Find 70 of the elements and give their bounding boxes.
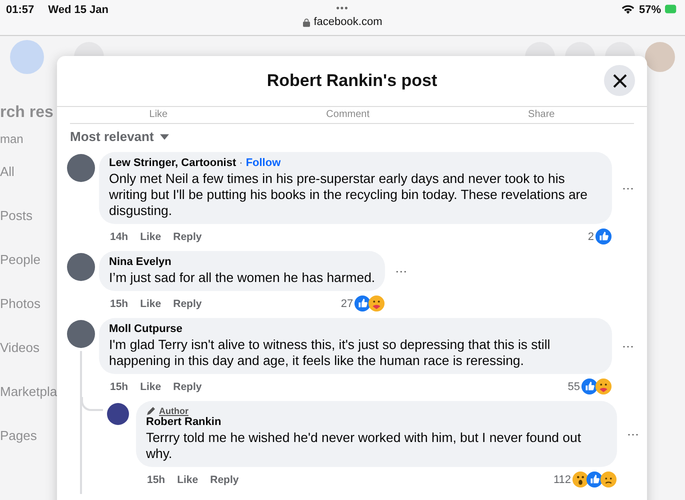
reply-link[interactable]: Reply <box>173 230 202 242</box>
like-link[interactable]: Like <box>140 230 162 242</box>
like-reaction-icon <box>354 295 372 312</box>
reaction-count[interactable]: 55 <box>568 380 580 392</box>
dialog-title: Robert Rankin's post <box>266 71 438 91</box>
post-action-button[interactable]: Like <box>143 107 174 121</box>
comment-text: I'm glad Terry isn't alive to witness this, it's just so depressing that this is still happening in this day and age, it feels like the human race is reressing. <box>109 337 552 369</box>
reply-link[interactable]: Reply <box>173 380 202 392</box>
comment-time[interactable]: 14h <box>110 230 128 242</box>
sidebar-item[interactable]: Photos <box>0 296 40 312</box>
comment-text: I’m just sad for all the women he has harmed. <box>109 270 376 286</box>
multitasking-dots[interactable]: ••• <box>336 3 349 13</box>
comment-time[interactable]: 15h <box>147 474 166 486</box>
page-subheading: man <box>0 132 24 146</box>
sort-dropdown[interactable]: Most relevant <box>70 129 154 144</box>
close-icon <box>612 74 626 88</box>
pencil-icon <box>146 406 156 416</box>
clock-text: 01:57 <box>6 4 34 18</box>
reaction-count[interactable]: 2 <box>588 230 594 242</box>
sidebar-item[interactable]: Marketpla <box>0 384 58 400</box>
more-options-button[interactable]: ··· <box>627 427 639 441</box>
sad-reaction-icon <box>600 471 617 488</box>
sidebar-item[interactable]: Posts <box>0 208 33 224</box>
sidebar-item[interactable]: Videos <box>0 340 40 356</box>
page-heading: rch res <box>0 104 54 122</box>
like-reaction-icon <box>586 471 603 488</box>
battery-text: 57% <box>638 4 661 16</box>
comment-time[interactable]: 15h <box>110 380 128 392</box>
post-action-button[interactable]: Comment <box>320 107 376 121</box>
avatar-icon[interactable] <box>67 253 95 281</box>
comment-text: Only met Neil a few times in his pre-superstar early days and never took to his writing but I'll be putting his books in the recycling bin today. These revelations are disgusting. <box>109 171 589 219</box>
caret-icon <box>160 134 169 140</box>
reply-link[interactable]: Reply <box>210 474 239 486</box>
date-text: Wed 15 Jan <box>48 4 108 18</box>
follow-link[interactable]: Follow <box>246 157 281 169</box>
battery-icon <box>665 4 677 14</box>
more-options-button[interactable]: ··· <box>395 264 408 278</box>
author-name[interactable]: Moll Cutpurse <box>109 323 182 335</box>
care-reaction-icon <box>368 295 386 312</box>
reaction-count[interactable]: 27 <box>340 298 354 310</box>
sidebar-item[interactable]: People <box>0 252 40 268</box>
wow-reaction-icon <box>572 471 589 488</box>
lock-icon <box>302 18 310 26</box>
avatar-icon[interactable] <box>107 403 129 425</box>
comment-time[interactable]: 15h <box>110 298 128 310</box>
more-options-button[interactable]: ··· <box>622 339 634 353</box>
close-button[interactable] <box>604 65 635 96</box>
avatar-icon[interactable] <box>67 320 95 348</box>
author-label: Author <box>159 406 188 416</box>
like-link[interactable]: Like <box>140 298 162 310</box>
like-link[interactable]: Like <box>177 474 198 486</box>
post-action-button[interactable]: Share <box>522 107 561 121</box>
like-reaction-icon <box>581 378 598 395</box>
more-options-button[interactable]: ··· <box>622 181 634 195</box>
reply-link[interactable]: Reply <box>173 298 202 310</box>
sidebar-item[interactable]: All <box>0 164 14 180</box>
thread-connector <box>81 397 103 411</box>
author-name[interactable]: Lew Stringer, Cartoonist <box>109 157 236 169</box>
reaction-count[interactable]: 112 <box>553 474 571 486</box>
url-text[interactable]: facebook.com <box>314 16 382 28</box>
sidebar-item[interactable]: Pages <box>0 428 37 444</box>
like-link[interactable]: Like <box>140 380 162 392</box>
author-name[interactable]: Nina Evelyn <box>109 256 172 268</box>
author-name[interactable]: Robert Rankin <box>146 416 222 428</box>
wifi-icon <box>620 4 635 15</box>
like-reaction-icon <box>595 228 612 245</box>
care-reaction-icon <box>595 378 612 395</box>
avatar-icon[interactable] <box>67 154 95 182</box>
separator-dot: · <box>239 157 243 169</box>
comment-text: Terrry told me he wished he'd never worked with him, but I never found out why. <box>146 430 582 462</box>
